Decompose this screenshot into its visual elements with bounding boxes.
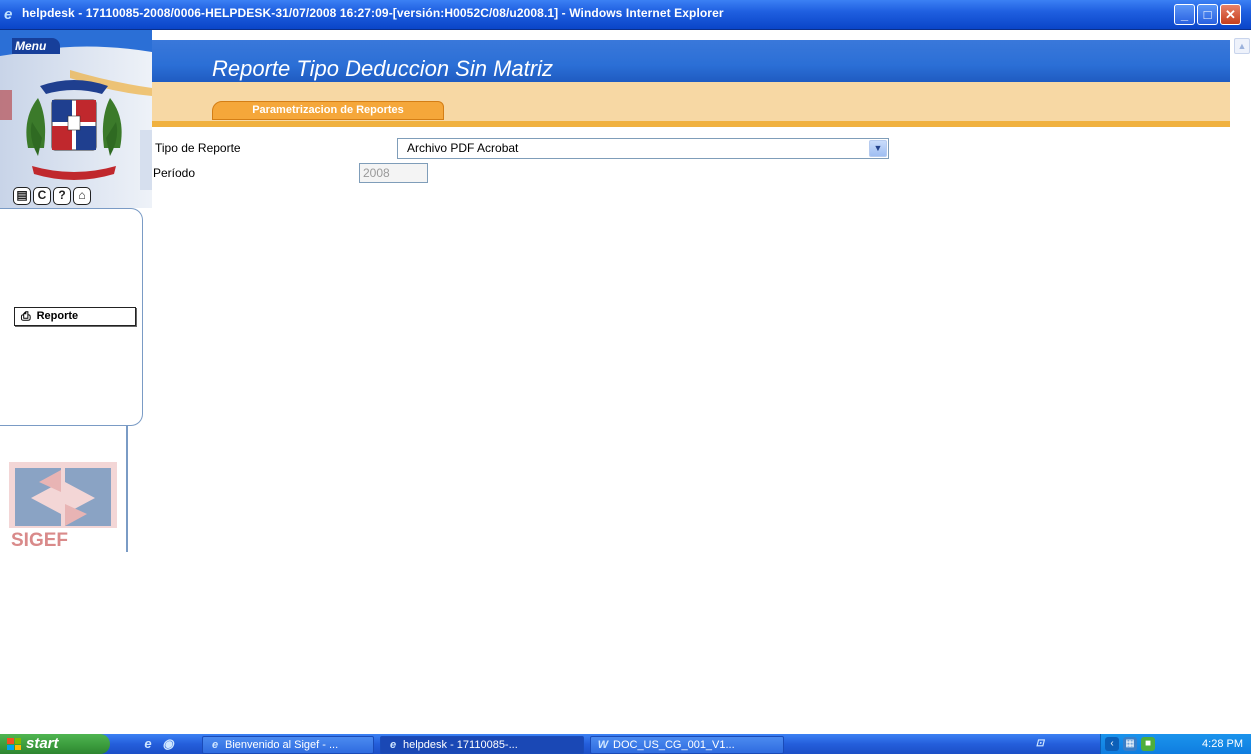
clock: 4:28 PM <box>1202 738 1243 750</box>
page-title: Reporte Tipo Deduccion Sin Matriz <box>212 56 553 81</box>
taskbar-item-helpdesk[interactable]: e helpdesk - 17110085-... <box>380 736 584 754</box>
word-document-icon: W <box>597 739 609 751</box>
periodo-field[interactable]: 2008 <box>359 163 428 183</box>
internet-explorer-icon: e <box>4 6 13 23</box>
internet-explorer-icon[interactable]: e <box>140 736 156 752</box>
start-label: start <box>26 735 59 752</box>
security-icon[interactable]: ■ <box>1141 737 1155 751</box>
help-icon[interactable]: ? <box>53 187 71 205</box>
task-label: helpdesk - 17110085-... <box>403 739 518 751</box>
internet-explorer-icon: e <box>389 739 397 751</box>
document-icon[interactable]: ▤ <box>13 187 31 205</box>
home-icon[interactable]: ⌂ <box>73 187 91 205</box>
coat-of-arms-logo <box>26 80 122 180</box>
internet-explorer-icon: e <box>211 739 219 751</box>
sidebar: Menu ▤ C ? ⌂ ⎙ Reporte SIGEF <box>0 30 152 552</box>
task-label: DOC_US_CG_001_V1... <box>613 739 735 751</box>
reporte-button[interactable]: ⎙ Reporte <box>14 307 136 326</box>
reporte-button-label: Reporte <box>36 310 79 322</box>
refresh-icon[interactable]: C <box>33 187 51 205</box>
network-icon[interactable]: ⊡ <box>1032 736 1048 752</box>
menu-tab[interactable]: Menu <box>12 38 60 54</box>
taskbar: start e ◉ e Bienvenido al Sigef - ... e … <box>0 734 1251 754</box>
tipo-reporte-label: Tipo de Reporte <box>155 141 241 155</box>
windows-logo-icon <box>7 738 21 750</box>
window-title: helpdesk - 17110085-2008/0006-HELPDESK-3… <box>22 6 724 20</box>
system-tray: ‹ ▦ ■ 4:28 PM <box>1100 734 1251 754</box>
window-titlebar[interactable]: e helpdesk - 17110085-2008/0006-HELPDESK… <box>0 0 1251 30</box>
maximize-button[interactable]: □ <box>1197 4 1218 25</box>
scroll-up-arrow[interactable]: ▲ <box>1234 38 1250 54</box>
taskbar-item-bienvenido[interactable]: e Bienvenido al Sigef - ... <box>202 736 374 754</box>
chevron-left-icon[interactable]: ‹ <box>1105 737 1119 751</box>
sidebar-toolbar: ▤ C ? ⌂ <box>13 187 91 205</box>
periodo-label: Período <box>153 166 196 180</box>
sigef-logo: SIGEF <box>9 462 117 550</box>
start-button[interactable]: start <box>0 734 110 754</box>
screen: e helpdesk - 17110085-2008/0006-HELPDESK… <box>0 0 1251 754</box>
chevron-down-icon[interactable]: ▼ <box>869 140 887 157</box>
close-button[interactable]: ✕ <box>1220 4 1241 25</box>
task-label: Bienvenido al Sigef - ... <box>225 739 339 751</box>
browser-quicklaunch-icon[interactable]: ◉ <box>160 736 176 752</box>
page-content: Reporte Tipo Deduccion Sin Matriz Parame… <box>0 30 1251 734</box>
minimize-button[interactable]: _ <box>1174 4 1195 25</box>
tipo-reporte-select[interactable]: Archivo PDF Acrobat ▼ <box>397 138 889 159</box>
taskbar-item-doc[interactable]: W DOC_US_CG_001_V1... <box>590 736 784 754</box>
tab-parametrizacion-reportes[interactable]: Parametrizacion de Reportes <box>212 101 444 120</box>
sigef-logo-area: SIGEF <box>0 426 128 552</box>
network-connection-icon[interactable]: ▦ <box>1123 737 1137 751</box>
printer-icon: ⎙ <box>21 309 31 323</box>
sigef-logo-text: SIGEF <box>11 530 68 550</box>
tipo-reporte-value: Archivo PDF Acrobat <box>407 141 519 155</box>
